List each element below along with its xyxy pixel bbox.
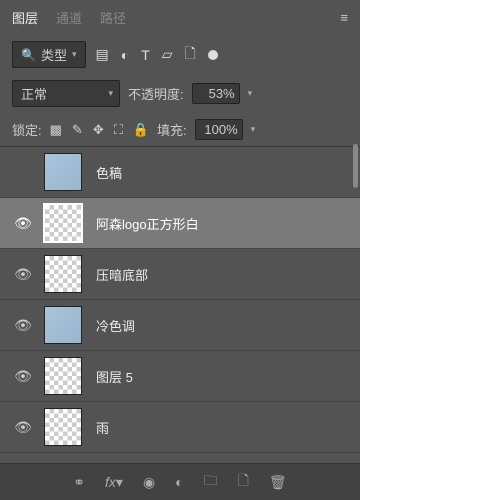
fx-icon[interactable]: fx▾ [105, 474, 123, 491]
panel-menu-icon[interactable]: ≡ [340, 10, 348, 25]
filter-toggle[interactable] [208, 50, 218, 60]
smart-filter-icon[interactable]: 🗋 [185, 43, 196, 67]
lock-all-icon[interactable]: 🔒 [133, 122, 149, 138]
layer-name[interactable]: 冷色调 [92, 316, 352, 335]
fill-input[interactable]: 100% [195, 119, 243, 140]
adjustment-filter-icon[interactable]: ◐ [121, 47, 129, 63]
lock-position-icon[interactable]: ✥ [93, 122, 104, 138]
pixel-filter-icon[interactable]: ▤ [96, 46, 109, 63]
layer-thumbnail[interactable] [44, 357, 82, 395]
layer-name[interactable]: 阿森logo正方形白 [92, 214, 352, 233]
delete-icon[interactable]: 🗑 [269, 474, 287, 491]
opacity-input[interactable]: 53% [192, 83, 240, 104]
visibility-toggle[interactable]: 👁 [12, 368, 34, 385]
layers-list: 色稿👁阿森logo正方形白👁压暗底部👁冷色调👁图层 5👁雨 [0, 147, 360, 453]
layer-row[interactable]: 👁 阿森logo正方形白 [0, 198, 360, 249]
opacity-label: 不透明度: [128, 84, 184, 103]
lock-label: 锁定: [12, 120, 42, 139]
layer-name[interactable]: 雨 [92, 418, 352, 437]
lock-row: 锁定: ▩ ✎ ✥ ⛶ 🔒 填充: 100% ▾ [0, 113, 360, 147]
blend-mode-select[interactable]: 正常 ▾ [12, 80, 120, 107]
visibility-toggle[interactable]: 👁 [12, 266, 34, 283]
bottom-bar: ⚭ fx▾ ◉ ◐ 🗀 🗋 🗑 [0, 463, 360, 500]
panel-tabs: 图层 通道 路径 ≡ [0, 0, 360, 35]
lock-transparency-icon[interactable]: ▩ [50, 122, 62, 138]
filter-icons: ▤ ◐ T ▱ 🗋 [96, 43, 218, 67]
filter-row: 🔍 类型 ▾ ▤ ◐ T ▱ 🗋 [0, 35, 360, 74]
lock-pixels-icon[interactable]: ✎ [72, 122, 83, 138]
tab-paths[interactable]: 路径 [100, 8, 126, 27]
layer-row[interactable]: 👁 压暗底部 [0, 249, 360, 300]
blend-row: 正常 ▾ 不透明度: 53% ▾ [0, 74, 360, 113]
shape-filter-icon[interactable]: ▱ [162, 46, 173, 63]
layer-name[interactable]: 图层 5 [92, 367, 352, 386]
chevron-down-icon: ▾ [72, 49, 77, 60]
group-icon[interactable]: 🗀 [204, 470, 218, 494]
layers-panel: 图层 通道 路径 ≡ 🔍 类型 ▾ ▤ ◐ T ▱ 🗋 正常 ▾ 不透明度: 5… [0, 0, 360, 500]
lock-icons: ▩ ✎ ✥ ⛶ 🔒 [50, 122, 149, 138]
layer-thumbnail[interactable] [44, 153, 82, 191]
chevron-down-icon: ▾ [108, 88, 113, 99]
layer-thumbnail[interactable] [44, 255, 82, 293]
new-layer-icon[interactable]: 🗋 [238, 470, 249, 494]
adjustment-icon[interactable]: ◐ [175, 474, 183, 490]
link-icon[interactable]: ⚭ [73, 474, 85, 491]
blend-mode-value: 正常 [21, 84, 47, 103]
tab-layers[interactable]: 图层 [12, 8, 38, 27]
layer-row[interactable]: 色稿 [0, 147, 360, 198]
visibility-toggle[interactable]: 👁 [12, 215, 34, 232]
layer-thumbnail[interactable] [44, 306, 82, 344]
layer-thumbnail[interactable] [44, 408, 82, 446]
filter-type-select[interactable]: 🔍 类型 ▾ [12, 41, 86, 68]
layer-row[interactable]: 👁雨 [0, 402, 360, 453]
layer-name[interactable]: 色稿 [92, 163, 352, 182]
lock-artboard-icon[interactable]: ⛶ [114, 122, 123, 138]
fill-label: 填充: [157, 120, 187, 139]
chevron-down-icon[interactable]: ▾ [248, 88, 253, 99]
layer-row[interactable]: 👁 图层 5 [0, 351, 360, 402]
filter-type-label: 类型 [41, 45, 67, 64]
layer-row[interactable]: 👁 冷色调 [0, 300, 360, 351]
visibility-toggle[interactable]: 👁 [12, 419, 34, 436]
layer-thumbnail[interactable] [44, 204, 82, 242]
scrollbar-thumb[interactable] [353, 144, 358, 188]
tab-channels[interactable]: 通道 [56, 8, 82, 27]
chevron-down-icon[interactable]: ▾ [251, 124, 256, 135]
visibility-toggle[interactable]: 👁 [12, 317, 34, 334]
layer-name[interactable]: 压暗底部 [92, 265, 352, 284]
search-icon: 🔍 [21, 48, 36, 62]
mask-icon[interactable]: ◉ [143, 474, 155, 491]
type-filter-icon[interactable]: T [141, 47, 150, 63]
